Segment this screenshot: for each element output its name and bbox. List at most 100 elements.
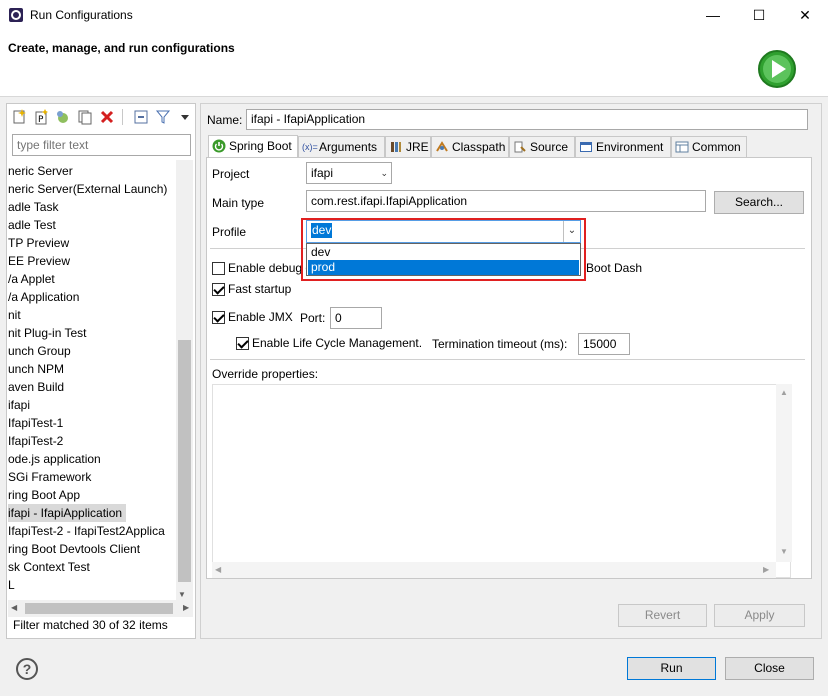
tree-item[interactable]: SGi Framework xyxy=(8,468,91,486)
tree-item[interactable]: ifapi xyxy=(8,396,30,414)
enable-jmx-checkbox[interactable] xyxy=(212,311,225,324)
tab-common-label: Common xyxy=(692,140,741,154)
fast-startup-checkbox[interactable] xyxy=(212,283,225,296)
tree-item[interactable]: ring Boot App xyxy=(8,486,80,504)
tree-item[interactable]: nit Plug-in Test xyxy=(8,324,87,342)
header-title: Create, manage, and run configurations xyxy=(8,41,235,55)
config-tree: neric Server neric Server(External Launch… xyxy=(8,160,176,600)
tab-common[interactable]: Common xyxy=(671,136,747,157)
lifecycle-checkbox[interactable] xyxy=(236,337,249,350)
tree-item[interactable]: /a Application xyxy=(8,288,79,306)
new-prototype-icon[interactable]: P xyxy=(33,109,49,125)
tree-item[interactable]: unch NPM xyxy=(8,360,64,378)
port-field[interactable]: 0 xyxy=(330,307,382,329)
maximize-button[interactable]: ☐ xyxy=(736,0,782,31)
filter-icon[interactable] xyxy=(155,109,171,125)
scroll-down-arrow-icon[interactable]: ▼ xyxy=(178,590,186,599)
termination-timeout-label: Termination timeout (ms): xyxy=(432,337,568,351)
tree-item[interactable]: unch Group xyxy=(8,342,71,360)
tab-arguments[interactable]: (x)= Arguments xyxy=(298,136,385,157)
tree-item[interactable]: IfapiTest-2 - IfapiTest2Applica xyxy=(8,522,165,540)
tree-item[interactable]: adle Task xyxy=(8,198,58,216)
scroll-up-arrow-icon[interactable]: ▲ xyxy=(780,388,788,397)
view-menu-chevron-down-icon[interactable] xyxy=(177,109,193,125)
duplicate-config-icon[interactable] xyxy=(77,109,93,125)
tree-item[interactable]: adle Test xyxy=(8,216,56,234)
override-properties-textarea[interactable] xyxy=(212,384,791,578)
close-button[interactable]: Close xyxy=(725,657,814,680)
enable-debug-checkbox[interactable] xyxy=(212,262,225,275)
tab-classpath[interactable]: Classpath xyxy=(431,136,509,157)
svg-text:P: P xyxy=(38,115,44,125)
project-select[interactable]: ifapi ⌄ xyxy=(306,162,392,184)
tree-item[interactable]: nit xyxy=(8,306,21,324)
tab-source-label: Source xyxy=(530,140,569,154)
tree-item[interactable]: EE Preview xyxy=(8,252,70,270)
tab-jre[interactable]: JRE xyxy=(385,136,431,157)
tree-item[interactable]: sk Context Test xyxy=(8,558,90,576)
toolbar-separator xyxy=(122,109,123,125)
override-properties-label: Override properties: xyxy=(212,367,319,381)
environment-icon xyxy=(580,142,592,152)
tree-item[interactable]: ode.js application xyxy=(8,450,101,468)
tree-item[interactable]: TP Preview xyxy=(8,234,69,252)
new-config-icon[interactable] xyxy=(11,109,27,125)
tree-item[interactable]: neric Server(External Launch) xyxy=(8,180,167,198)
scroll-left-arrow-icon[interactable]: ◀ xyxy=(215,565,221,574)
main-type-label: Main type xyxy=(212,196,265,210)
lifecycle-label: Enable Life Cycle Management. xyxy=(252,336,423,350)
tree-item[interactable]: aven Build xyxy=(8,378,64,396)
termination-timeout-field[interactable]: 15000 xyxy=(578,333,630,355)
override-vertical-scrollbar[interactable] xyxy=(776,384,792,562)
tree-item[interactable]: ifapi - IfapiApplication xyxy=(8,504,127,522)
run-button[interactable]: Run xyxy=(627,657,716,680)
window-title: Run Configurations xyxy=(30,8,133,22)
enable-jmx-label: Enable JMX xyxy=(228,310,293,324)
profile-label: Profile xyxy=(212,225,247,239)
tree-item[interactable]: ring Boot Devtools Client xyxy=(8,540,140,558)
export-config-icon[interactable] xyxy=(55,109,71,125)
boot-dash-label: Boot Dash xyxy=(586,261,643,275)
override-horizontal-scrollbar[interactable] xyxy=(212,562,776,578)
tab-classpath-label: Classpath xyxy=(452,140,506,154)
port-label: Port: xyxy=(300,311,326,325)
close-window-button[interactable]: ✕ xyxy=(782,0,828,31)
tree-vertical-scroll-thumb[interactable] xyxy=(178,340,191,582)
delete-config-icon[interactable] xyxy=(99,109,115,125)
filter-status: Filter matched 30 of 32 items xyxy=(13,618,168,632)
tab-source[interactable]: Source xyxy=(509,136,575,157)
collapse-all-icon[interactable] xyxy=(133,109,149,125)
name-label: Name: xyxy=(207,113,243,127)
tab-jre-label: JRE xyxy=(406,140,429,154)
scroll-right-arrow-icon[interactable]: ▶ xyxy=(763,565,769,574)
apply-button[interactable]: Apply xyxy=(714,604,805,627)
arguments-icon: (x)= xyxy=(302,142,318,152)
separator xyxy=(210,359,805,360)
fast-startup-label: Fast startup xyxy=(228,282,292,296)
config-list-panel: P neric Serverneric Server(External Laun… xyxy=(6,103,196,639)
main-type-field[interactable]: com.rest.ifapi.IfapiApplication xyxy=(306,190,706,212)
scroll-down-arrow-icon[interactable]: ▼ xyxy=(780,547,788,556)
dialog-header: Create, manage, and run configurations xyxy=(0,31,828,97)
name-field[interactable]: ifapi - IfapiApplication xyxy=(246,109,808,130)
tab-environment[interactable]: Environment xyxy=(575,136,671,157)
project-label: Project xyxy=(212,167,250,181)
filter-input[interactable] xyxy=(12,134,191,156)
tree-item[interactable]: IfapiTest-1 xyxy=(8,414,63,432)
tree-item[interactable]: /a Applet xyxy=(8,270,55,288)
project-chevron-down-icon: ⌄ xyxy=(380,168,388,178)
tab-spring-boot-label: Spring Boot xyxy=(229,139,292,153)
minimize-button[interactable]: — xyxy=(690,0,736,31)
scroll-right-arrow-icon[interactable]: ▶ xyxy=(183,603,189,612)
scroll-left-arrow-icon[interactable]: ◀ xyxy=(11,603,17,612)
tab-arguments-label: Arguments xyxy=(319,140,378,154)
tab-environment-label: Environment xyxy=(596,140,664,154)
tree-item[interactable]: IfapiTest-2 xyxy=(8,432,63,450)
revert-button[interactable]: Revert xyxy=(618,604,707,627)
tree-item[interactable]: neric Server xyxy=(8,162,73,180)
tab-spring-boot[interactable]: Spring Boot xyxy=(208,135,298,157)
help-icon[interactable]: ? xyxy=(16,658,38,680)
search-button[interactable]: Search... xyxy=(714,191,804,214)
tree-horizontal-scroll-thumb[interactable] xyxy=(25,603,173,614)
tree-item[interactable]: L xyxy=(8,576,15,594)
